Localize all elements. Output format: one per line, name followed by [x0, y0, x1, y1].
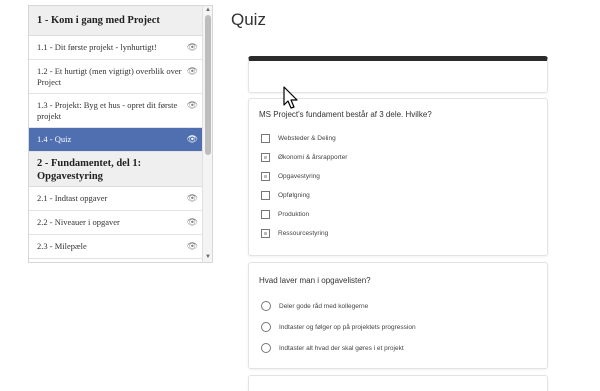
checkbox-option[interactable]: Produktion [261, 210, 309, 219]
sidebar-item-2-3[interactable]: 2.3 - Milepæle 👁 [29, 235, 204, 259]
sidebar-item-1-2[interactable]: 1.2 - Et hurtigt (men vigtigt) overblik … [29, 60, 204, 94]
eye-icon: 👁 [186, 193, 198, 203]
sidebar-item-label: 2.2 - Niveauer i opgaver [37, 217, 120, 227]
checkbox-option[interactable]: Økonomi & årsrapporter [261, 153, 347, 162]
checkbox[interactable] [261, 191, 270, 200]
eye-icon: 👁 [186, 134, 198, 144]
sidebar-item-label: 1.3 - Projekt: Byg et hus - opret dit fø… [37, 100, 178, 121]
question-text: MS Project's fundament består af 3 dele.… [259, 110, 432, 119]
scrollbar-thumb[interactable] [205, 15, 211, 155]
sidebar-item-label: 1.2 - Et hurtigt (men vigtigt) overblik … [37, 66, 182, 87]
mouse-cursor-icon [283, 86, 298, 109]
page-title: Quiz [231, 10, 266, 29]
radio-option[interactable]: Indtaster alt hvad der skal gøres i et p… [261, 343, 404, 353]
checkbox[interactable] [261, 172, 270, 181]
eye-icon: 👁 [186, 66, 198, 76]
sidebar-scrollbar[interactable]: ▲ ▼ [202, 6, 212, 262]
question-text: Hvad laver man i opgavelisten? [259, 276, 371, 285]
sidebar-item-label: 2.1 - Indtast opgaver [37, 193, 108, 203]
option-label: Økonomi & årsrapporter [278, 154, 348, 161]
checkbox[interactable] [261, 210, 270, 219]
sidebar-list: 1 - Kom i gang med Project 1.1 - Dit før… [29, 6, 204, 259]
sidebar-item-2-2[interactable]: 2.2 - Niveauer i opgaver 👁 [29, 211, 204, 235]
option-label: Indtaster og følger op på projektets pro… [279, 323, 416, 331]
radio-button[interactable] [261, 301, 271, 311]
option-label: Produktion [278, 211, 310, 218]
question-card-1: MS Project's fundament består af 3 dele.… [248, 98, 548, 256]
checkbox[interactable] [261, 153, 270, 162]
radio-option[interactable]: Deler gode råd med kollegerne [261, 301, 368, 311]
sidebar-item-2-1[interactable]: 2.1 - Indtast opgaver 👁 [29, 187, 204, 211]
checkbox-option[interactable]: Opgavestyring [261, 172, 320, 181]
option-label: Indtaster alt hvad der skal gøres i et p… [279, 344, 404, 352]
checkbox-option[interactable]: Opfølgning [261, 191, 310, 200]
question-card-2: Hvad laver man i opgavelisten? Deler god… [248, 262, 548, 369]
sidebar-item-1-1[interactable]: 1.1 - Dit første projekt - lynhurtigt! 👁 [29, 36, 204, 60]
option-label: Deler gode råd med kollegerne [279, 302, 369, 310]
eye-icon: 👁 [186, 217, 198, 227]
eye-icon: 👁 [186, 241, 198, 251]
checkbox-option[interactable]: Websteder & Deling [261, 134, 336, 143]
option-label: Ressourcestyring [278, 230, 329, 237]
course-sidebar: 1 - Kom i gang med Project 1.1 - Dit før… [28, 5, 213, 263]
sidebar-item-label: 1.1 - Dit første projekt - lynhurtigt! [37, 42, 157, 52]
option-label: Opfølgning [278, 192, 310, 199]
option-label: Websteder & Deling [278, 135, 336, 142]
checkbox[interactable] [261, 229, 270, 238]
radio-button[interactable] [261, 343, 271, 353]
checkbox-option[interactable]: Ressourcestyring [261, 229, 328, 238]
sidebar-item-label: 2.3 - Milepæle [37, 241, 87, 251]
sidebar-item-label: 1.4 - Quiz [37, 134, 72, 144]
scroll-down-arrow-icon[interactable]: ▼ [203, 253, 212, 262]
section-header-1[interactable]: 1 - Kom i gang med Project [29, 6, 204, 36]
sidebar-item-1-4-quiz[interactable]: 1.4 - Quiz 👁 [29, 128, 204, 152]
scroll-up-arrow-icon[interactable]: ▲ [203, 6, 212, 15]
question-card-3 [248, 375, 548, 391]
radio-option[interactable]: Indtaster og følger op på projektets pro… [261, 322, 416, 332]
sidebar-item-1-3[interactable]: 1.3 - Projekt: Byg et hus - opret dit fø… [29, 94, 204, 128]
checkbox[interactable] [261, 134, 270, 143]
eye-icon: 👁 [186, 100, 198, 110]
option-label: Opgavestyring [278, 173, 320, 180]
radio-button[interactable] [261, 322, 271, 332]
section-header-2[interactable]: 2 - Fundamentet, del 1: Opgavestyring [29, 152, 204, 187]
eye-icon: 👁 [186, 42, 198, 52]
